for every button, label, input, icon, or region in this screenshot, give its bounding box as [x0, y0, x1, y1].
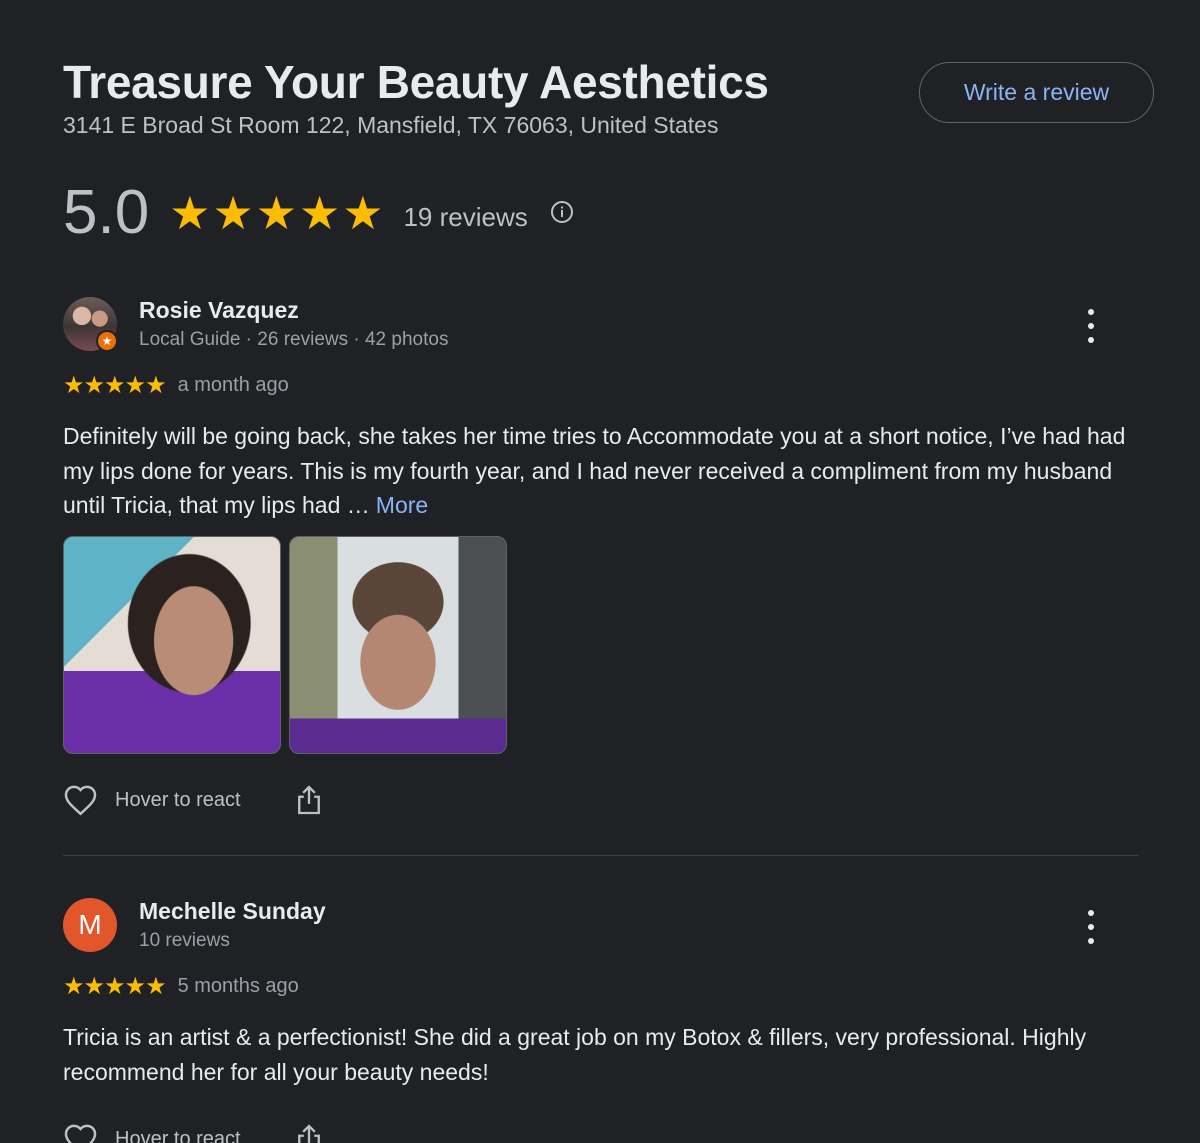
review-count[interactable]: 19 reviews — [403, 202, 527, 233]
write-review-button[interactable]: Write a review — [919, 62, 1154, 123]
star-icon: ★ — [255, 187, 297, 239]
share-icon[interactable] — [296, 1123, 322, 1143]
review-actions: Hover to react — [63, 784, 322, 816]
review-photo[interactable] — [63, 536, 281, 754]
reviewer-name[interactable]: Mechelle Sunday — [139, 898, 326, 925]
star-icon: ★ — [104, 973, 125, 1000]
business-address: 3141 E Broad St Room 122, Mansfield, TX … — [63, 112, 719, 138]
kebab-menu-icon[interactable] — [1082, 309, 1100, 343]
star-icon: ★ — [145, 372, 166, 399]
share-icon[interactable] — [296, 784, 322, 816]
local-guide-badge-icon: ★ — [96, 330, 118, 352]
star-icon: ★ — [212, 187, 254, 239]
review-text: Definitely will be going back, she takes… — [63, 419, 1133, 523]
star-icon: ★ — [63, 973, 84, 1000]
avatar[interactable]: M — [63, 898, 117, 952]
star-icon: ★ — [124, 973, 146, 1000]
reviewer-meta: Local Guide · 26 reviews · 42 photos — [139, 329, 449, 350]
heart-outline-icon[interactable] — [63, 784, 98, 816]
kebab-menu-icon[interactable] — [1082, 910, 1100, 944]
react-label: Hover to react — [115, 1127, 241, 1143]
review-body: Definitely will be going back, she takes… — [63, 423, 1126, 518]
business-name: Treasure Your Beauty Aesthetics — [63, 56, 769, 108]
more-link[interactable]: More — [376, 492, 428, 518]
reviewer-meta: 10 reviews — [139, 930, 230, 951]
review-photo[interactable] — [289, 536, 507, 754]
star-icon: ★ — [83, 973, 105, 1000]
review-rating: ★★★★★ a month ago — [63, 371, 289, 400]
avatar[interactable]: ★ — [63, 297, 118, 352]
star-icon: ★ — [145, 973, 166, 1000]
reviewer-name[interactable]: Rosie Vazquez — [139, 297, 299, 324]
review-text: Tricia is an artist & a perfectionist! S… — [63, 1024, 1087, 1085]
info-icon[interactable] — [550, 200, 574, 224]
average-rating: 5.0 — [63, 178, 150, 247]
review-card: M Mechelle Sunday 10 reviews ★★★★★ 5 mon… — [63, 898, 1139, 1143]
review-card: ★ Rosie Vazquez Local Guide · 26 reviews… — [63, 297, 1139, 827]
review-rating: ★★★★★ 5 months ago — [63, 972, 299, 1001]
star-icon: ★ — [63, 372, 84, 399]
star-icon: ★ — [169, 187, 211, 239]
divider — [63, 855, 1139, 856]
star-icon: ★ — [83, 372, 105, 399]
star-icon: ★ — [124, 372, 146, 399]
review-actions: Hover to react — [63, 1123, 322, 1143]
star-icon: ★ — [298, 187, 341, 239]
star-icon: ★ — [342, 187, 384, 239]
star-icon: ★ — [104, 372, 125, 399]
review-stars: ★★★★★ — [63, 371, 167, 400]
review-stars: ★★★★★ — [63, 972, 167, 1001]
rating-summary: 5.0 ★ ★ ★ ★ ★ 19 reviews — [63, 178, 574, 248]
react-label: Hover to react — [115, 788, 241, 811]
rating-stars: ★ ★ ★ ★ ★ — [169, 190, 383, 236]
business-header: Treasure Your Beauty Aesthetics 3141 E B… — [63, 54, 769, 139]
review-time: 5 months ago — [177, 975, 299, 997]
heart-outline-icon[interactable] — [63, 1123, 98, 1143]
review-time: a month ago — [177, 374, 289, 396]
